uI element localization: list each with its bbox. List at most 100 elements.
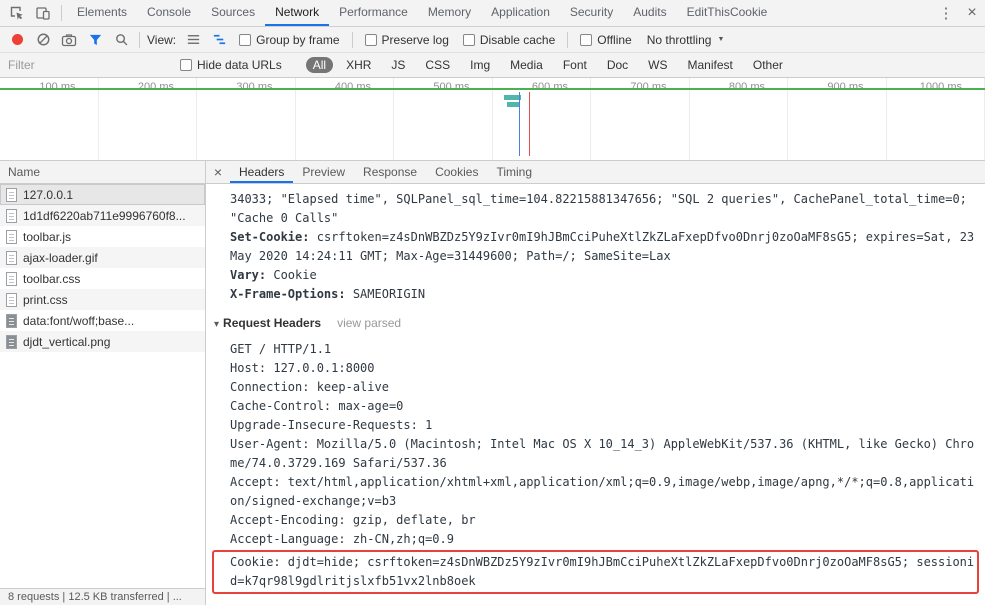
kebab-menu-icon[interactable]: ⋮	[933, 1, 959, 25]
request-row[interactable]: 1d1df6220ab711e9996760f8...	[0, 205, 205, 226]
offline-checkbox[interactable]: Offline	[580, 32, 632, 47]
screenshot-camera-icon[interactable]	[56, 28, 82, 52]
timeline-tick-label: 100 ms	[39, 81, 76, 93]
close-devtools-icon[interactable]: ×	[959, 1, 985, 25]
throttling-select[interactable]: No throttling ▼	[647, 33, 725, 47]
request-row[interactable]: toolbar.css	[0, 268, 205, 289]
timeline-tick-label: 600 ms	[531, 81, 568, 93]
request-row[interactable]: toolbar.js	[0, 226, 205, 247]
offline-label: Offline	[597, 32, 632, 47]
filter-input[interactable]	[8, 58, 158, 72]
request-header-connection: Connection: keep-alive	[230, 380, 389, 394]
tab-headers[interactable]: Headers	[230, 161, 293, 183]
request-name: 1d1df6220ab711e9996760f8...	[23, 208, 186, 223]
disable-cache-checkbox[interactable]: Disable cache	[462, 33, 555, 47]
request-header-host: Host: 127.0.0.1:8000	[230, 361, 375, 375]
domcontentloaded-event-line	[519, 92, 520, 156]
timeline-tick-label: 700 ms	[630, 81, 667, 93]
clear-button[interactable]	[30, 28, 56, 52]
cookie-highlight-annotation: Cookie: djdt=hide; csrftoken=z4sDnWBZDz5…	[212, 550, 979, 594]
request-header-accept: Accept: text/html,application/xhtml+xml,…	[230, 475, 975, 508]
request-row[interactable]: data:font/woff;base...	[0, 310, 205, 331]
tab-application[interactable]: Application	[481, 0, 560, 26]
name-column-header[interactable]: Name	[0, 161, 205, 184]
request-row[interactable]: 127.0.0.1	[0, 184, 205, 205]
request-headers-title: Request Headers	[223, 316, 322, 330]
filter-type-other[interactable]: Other	[746, 57, 790, 73]
request-header-upgrade-insecure: Upgrade-Insecure-Requests: 1	[230, 418, 433, 432]
filter-type-manifest[interactable]: Manifest	[681, 57, 740, 73]
filter-funnel-icon[interactable]	[82, 28, 108, 52]
header-name: X-Frame-Options:	[230, 287, 346, 301]
network-overview-timeline[interactable]: 100 ms 200 ms 300 ms 400 ms 500 ms 600 m…	[0, 78, 985, 161]
header-value: Cookie	[273, 268, 317, 282]
tab-cookies[interactable]: Cookies	[426, 161, 487, 183]
close-details-icon[interactable]: ×	[206, 161, 230, 183]
group-by-frame-label: Group by frame	[256, 32, 340, 47]
network-filter-bar: Hide data URLs All XHR JS CSS Img Media …	[0, 53, 985, 78]
tab-console[interactable]: Console	[137, 0, 201, 26]
tab-response[interactable]: Response	[354, 161, 426, 183]
tab-performance[interactable]: Performance	[329, 0, 418, 26]
request-headers-section-header[interactable]: ▾ Request Headers view parsed	[212, 314, 981, 334]
filter-type-js[interactable]: JS	[384, 57, 412, 73]
tab-network[interactable]: Network	[265, 0, 329, 26]
request-row[interactable]: print.css	[0, 289, 205, 310]
checkbox-box	[239, 33, 252, 46]
search-icon[interactable]	[108, 28, 134, 52]
filter-type-font[interactable]: Font	[556, 57, 594, 73]
request-row[interactable]: djdt_vertical.png	[0, 331, 205, 352]
view-waterfall-icon[interactable]	[206, 28, 232, 52]
filter-type-css[interactable]: CSS	[418, 57, 457, 73]
timeline-progress-line	[0, 88, 985, 90]
devtools-tab-bar: Elements Console Sources Network Perform…	[0, 0, 985, 27]
request-name: toolbar.css	[23, 271, 81, 286]
inspect-element-icon[interactable]	[4, 1, 30, 25]
request-name: 127.0.0.1	[23, 187, 74, 202]
tab-timing[interactable]: Timing	[487, 161, 541, 183]
resource-type-filters: All XHR JS CSS Img Media Font Doc WS Man…	[303, 57, 793, 73]
timeline-tick-label: 400 ms	[334, 81, 371, 93]
view-parsed-link[interactable]: view parsed	[337, 316, 401, 330]
tab-preview[interactable]: Preview	[293, 161, 354, 183]
filter-type-media[interactable]: Media	[503, 57, 550, 73]
tab-memory[interactable]: Memory	[418, 0, 481, 26]
font-file-icon	[6, 313, 17, 328]
request-name: djdt_vertical.png	[23, 334, 111, 349]
filter-type-img[interactable]: Img	[463, 57, 497, 73]
header-value: csrftoken=z4sDnWBZDz5Y9zIvr0mI9hJBmCciPu…	[230, 230, 975, 263]
preserve-log-checkbox[interactable]: Preserve log	[364, 33, 449, 47]
image-file-icon	[6, 334, 17, 349]
view-list-icon[interactable]	[180, 28, 206, 52]
group-by-frame-checkbox[interactable]: Group by frame	[239, 32, 340, 47]
collapse-triangle-icon[interactable]: ▾	[214, 319, 219, 330]
timeline-cell: 100 ms	[0, 78, 99, 160]
request-header-user-agent: User-Agent: Mozilla/5.0 (Macintosh; Inte…	[230, 437, 975, 470]
timeline-tick-label: 1000 ms	[919, 81, 962, 93]
record-button[interactable]	[4, 28, 30, 52]
tab-security[interactable]: Security	[560, 0, 623, 26]
hide-data-urls-checkbox[interactable]: Hide data URLs	[180, 58, 282, 72]
request-row[interactable]: ajax-loader.gif	[0, 247, 205, 268]
request-header-accept-encoding: Accept-Encoding: gzip, deflate, br	[230, 513, 476, 527]
filter-type-xhr[interactable]: XHR	[339, 57, 378, 73]
device-toolbar-icon[interactable]	[30, 1, 56, 25]
timeline-tick-label: 900 ms	[827, 81, 864, 93]
request-line: GET / HTTP/1.1	[230, 342, 332, 356]
tab-elements[interactable]: Elements	[67, 0, 137, 26]
checkbox-box	[180, 59, 192, 71]
chevron-down-icon: ▼	[717, 36, 725, 43]
tab-audits[interactable]: Audits	[623, 0, 676, 26]
filter-type-doc[interactable]: Doc	[600, 57, 635, 73]
view-label: View:	[147, 32, 177, 47]
filter-type-ws[interactable]: WS	[641, 57, 674, 73]
filter-type-all[interactable]: All	[305, 57, 334, 73]
throttling-value: No throttling	[646, 32, 712, 47]
tab-editthiscookie[interactable]: EditThisCookie	[677, 0, 778, 26]
timeline-cell: 300 ms	[197, 78, 296, 160]
tab-sources[interactable]: Sources	[201, 0, 265, 26]
headers-content: 34033; "Elapsed time", SQLPanel_sql_time…	[206, 184, 985, 605]
hide-data-urls-label: Hide data URLs	[197, 58, 282, 72]
response-header-vary: Vary: Cookie	[212, 266, 981, 285]
requests-panel: Name 127.0.0.1 1d1df6220ab711e9996760f8.…	[0, 161, 206, 588]
